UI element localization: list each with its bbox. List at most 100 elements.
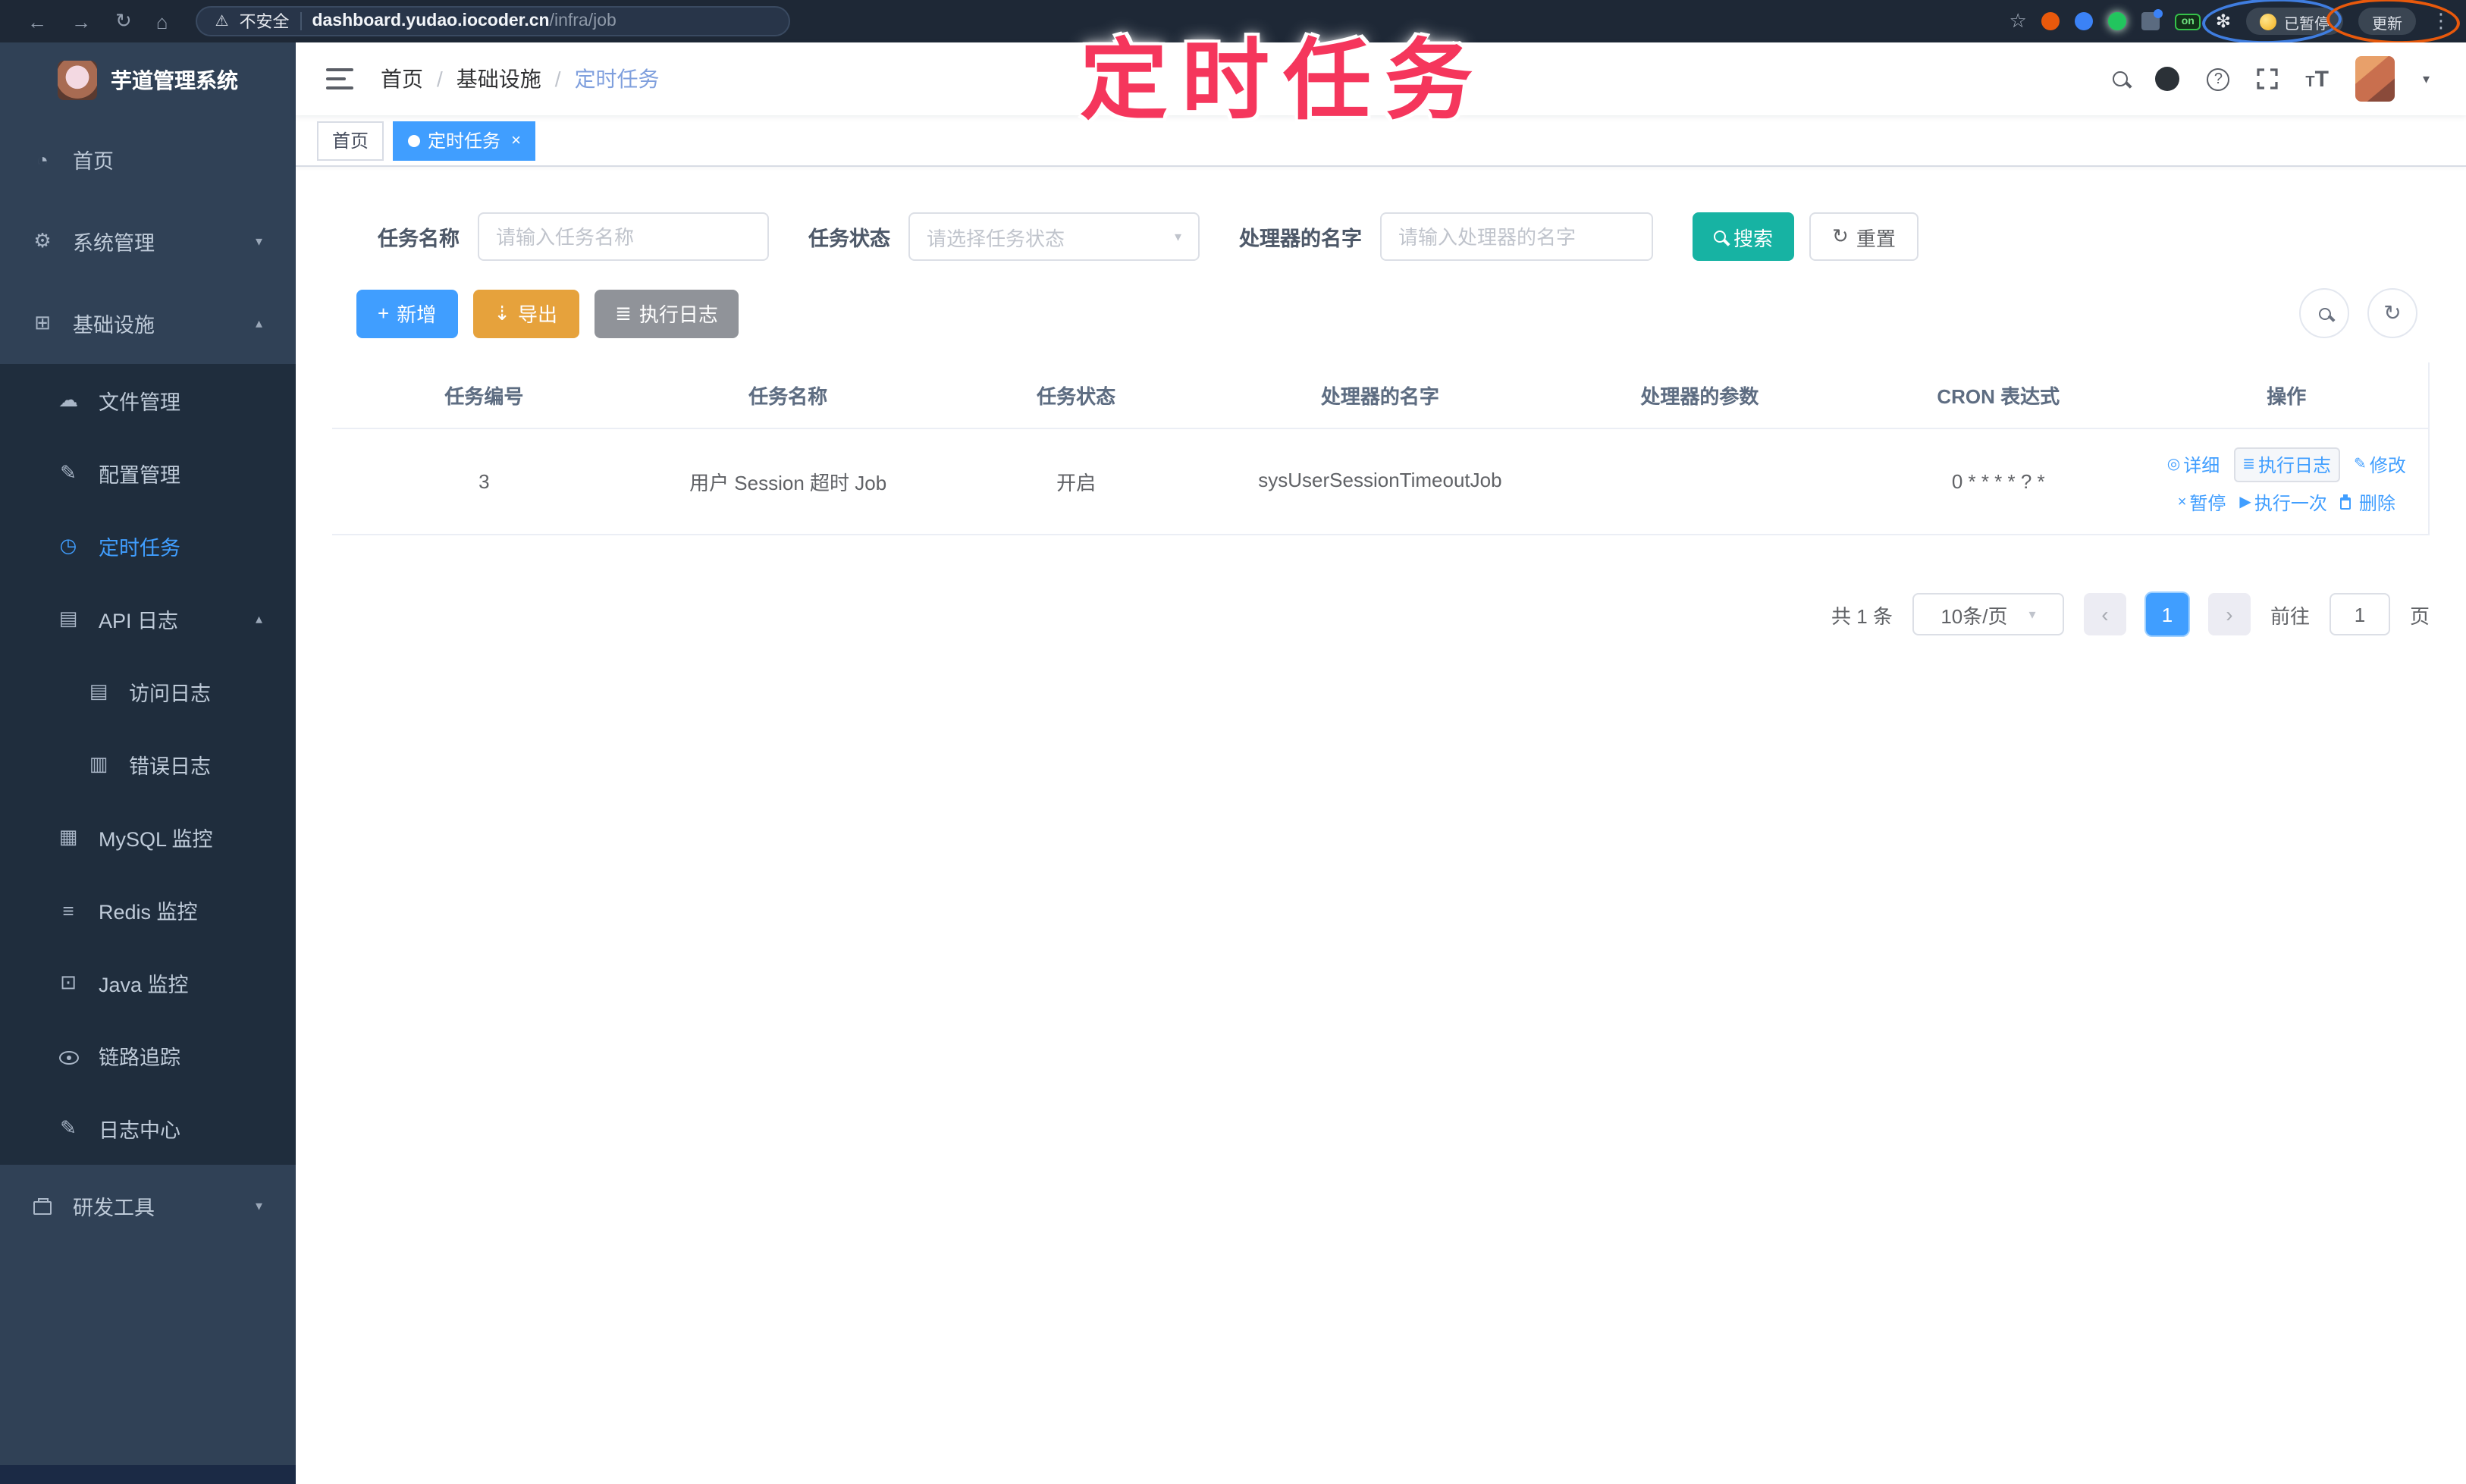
infra-monitor-icon: ⊞ <box>34 311 51 334</box>
sidebar-item-redis-monitor[interactable]: ≡ Redis 监控 <box>0 874 296 946</box>
sidebar-item-dev-tools[interactable]: 研发工具 ▾ <box>0 1165 296 1247</box>
avatar[interactable] <box>2355 56 2395 102</box>
page-1-button[interactable]: 1 <box>2145 593 2188 635</box>
bookmark-star-icon[interactable]: ☆ <box>2009 9 2026 33</box>
app-root: ← → ↻ ⌂ ⚠ 不安全 dashboard.yudao.iocoder.cn… <box>0 0 2466 1484</box>
briefcase-icon <box>30 1194 55 1217</box>
annotation-title: 定时任务 <box>1080 32 1487 130</box>
goto-page-input[interactable] <box>2329 593 2390 635</box>
browser-menu-kebab-icon[interactable]: ⋮ <box>2431 9 2451 33</box>
cloud-upload-icon: ☁ <box>58 388 78 411</box>
sidebar-item-tracing[interactable]: 链路追踪 <box>0 1019 296 1092</box>
breadcrumb-home[interactable]: 首页 <box>381 64 423 94</box>
col-job-name: 任务名称 <box>748 385 828 408</box>
sidebar-item-config-manage[interactable]: ✎ 配置管理 <box>0 437 296 510</box>
eye-icon <box>56 1044 80 1067</box>
tab-home[interactable]: 首页 <box>317 121 384 160</box>
exec-log-button[interactable]: ≣ 执行日志 <box>594 289 739 337</box>
paused-pill[interactable]: 已暂停 <box>2246 8 2343 35</box>
extensions-puzzle-icon[interactable]: ❇ <box>2216 11 2231 32</box>
insecure-warning-icon: ⚠ <box>215 13 229 30</box>
sidebar-item-system[interactable]: ⚙ 系统管理 ▾ <box>0 200 296 282</box>
help-icon[interactable]: ? <box>2207 67 2230 90</box>
sidebar-item-scheduled-job[interactable]: ◷ 定时任务 <box>0 510 296 582</box>
next-page-button[interactable]: › <box>2207 593 2251 635</box>
tab-scheduled-job[interactable]: 定时任务 × <box>393 121 536 160</box>
hamburger-icon[interactable] <box>326 68 353 89</box>
address-divider <box>300 12 302 30</box>
chevron-up-icon: ▴ <box>255 610 262 626</box>
reset-button[interactable]: ↻ 重置 <box>1809 212 1919 261</box>
browser-back-icon[interactable]: ← <box>27 10 47 33</box>
sidebar-item-file-manage[interactable]: ☁ 文件管理 <box>0 364 296 437</box>
chevron-down-icon: ▾ <box>255 1197 262 1213</box>
paused-label: 已暂停 <box>2284 16 2330 33</box>
job-name-input[interactable] <box>478 212 769 261</box>
prev-page-button[interactable]: ‹ <box>2083 593 2126 635</box>
sidebar-item-error-log[interactable]: ▥ 错误日志 <box>0 728 296 801</box>
edit-square-icon: ✎ <box>60 461 77 484</box>
extension-icon-grid[interactable] <box>2141 9 2163 30</box>
pause-link[interactable]: × 暂停 <box>2178 490 2226 516</box>
log-center-icon: ✎ <box>60 1116 77 1139</box>
page-size-select[interactable]: 10条/页 ▾ <box>1912 593 2064 635</box>
sidebar: 芋道管理系统 ◔ 首页 ⚙ 系统管理 ▾ ⊞ 基础设施 ▴ ☁ 文件管理 ✎ 配… <box>0 42 296 1484</box>
delete-link[interactable]: 删除 <box>2340 490 2395 516</box>
sidebar-item-api-log[interactable]: ▤ API 日志 ▴ <box>0 582 296 655</box>
sidebar-item-access-log[interactable]: ▤ 访问日志 <box>0 655 296 728</box>
table-header-row: 任务编号 任务名称 任务状态 处理器的名字 处理器的参数 CRON 表达式 操作 <box>332 362 2428 429</box>
font-size-icon[interactable]: TT <box>2305 66 2329 92</box>
sidebar-logo[interactable]: 芋道管理系统 <box>0 42 296 118</box>
java-monitor-icon: ⊡ <box>60 971 77 993</box>
address-bar[interactable]: ⚠ 不安全 dashboard.yudao.iocoder.cn/infra/j… <box>195 6 790 36</box>
jobs-table: 任务编号 任务名称 任务状态 处理器的名字 处理器的参数 CRON 表达式 操作… <box>332 362 2430 535</box>
url-path: /infra/job <box>549 12 616 30</box>
close-icon: × <box>2177 494 2187 511</box>
detail-link[interactable]: ◎ 详细 <box>2167 452 2220 478</box>
chevron-down-icon: ▾ <box>2028 606 2036 621</box>
sidebar-item-infra[interactable]: ⊞ 基础设施 ▴ <box>0 282 296 364</box>
job-name-label: 任务名称 <box>378 227 460 250</box>
browser-home-icon[interactable]: ⌂ <box>156 10 168 33</box>
edit-link[interactable]: ✎ 修改 <box>2354 452 2406 478</box>
goto-label: 前往 <box>2270 604 2310 627</box>
add-button[interactable]: + 新增 <box>356 289 458 337</box>
extension-icon-blue[interactable] <box>2075 12 2094 30</box>
export-button[interactable]: ⇣ 导出 <box>472 289 579 337</box>
toggle-search-button[interactable] <box>2299 288 2349 338</box>
handler-name-label: 处理器的名字 <box>1239 227 1362 250</box>
sidebar-item-home[interactable]: ◔ 首页 <box>0 118 296 200</box>
list-icon: ≣ <box>2242 456 2255 473</box>
run-once-link[interactable]: ▶ 执行一次 <box>2239 490 2326 516</box>
job-status-label: 任务状态 <box>808 227 890 250</box>
chevron-down-icon[interactable]: ▾ <box>2423 71 2430 87</box>
fullscreen-icon[interactable] <box>2257 68 2278 89</box>
list-icon: ≣ <box>615 301 632 324</box>
browser-forward-icon[interactable]: → <box>71 10 91 33</box>
row-exec-log-link[interactable]: ≣ 执行日志 <box>2233 447 2341 482</box>
sidebar-item-mysql-monitor[interactable]: ▦ MySQL 监控 <box>0 801 296 874</box>
job-status-select[interactable]: 请选择任务状态 ▾ <box>908 212 1200 261</box>
chevron-up-icon: ▴ <box>255 315 262 330</box>
download-icon: ⇣ <box>494 301 511 324</box>
refresh-table-button[interactable]: ↻ <box>2367 288 2417 338</box>
breadcrumb-group[interactable]: 基础设施 <box>456 64 541 94</box>
update-button[interactable]: 更新 <box>2358 8 2416 35</box>
extension-on-badge[interactable]: on <box>2175 13 2201 30</box>
browser-reload-icon[interactable]: ↻ <box>115 9 132 33</box>
url-text: dashboard.yudao.iocoder.cn/infra/job <box>312 12 616 30</box>
page-unit-label: 页 <box>2409 604 2430 627</box>
sidebar-item-log-center[interactable]: ✎ 日志中心 <box>0 1092 296 1165</box>
extension-icon-orange[interactable] <box>2041 12 2060 30</box>
breadcrumb-current: 定时任务 <box>574 67 660 91</box>
close-icon[interactable]: × <box>511 131 521 149</box>
content-area: 任务名称 任务状态 请选择任务状态 ▾ 处理器的名字 搜索 <box>296 167 2466 1484</box>
extension-icon-green[interactable] <box>2108 12 2127 30</box>
sidebar-item-java-monitor[interactable]: ⊡ Java 监控 <box>0 946 296 1019</box>
github-icon[interactable] <box>2155 67 2180 91</box>
eye-icon: ◎ <box>2166 456 2181 473</box>
search-icon[interactable] <box>2113 65 2129 93</box>
search-button[interactable]: 搜索 <box>1693 212 1795 261</box>
handler-name-input[interactable] <box>1380 212 1653 261</box>
pencil-icon: ✎ <box>2354 456 2367 473</box>
